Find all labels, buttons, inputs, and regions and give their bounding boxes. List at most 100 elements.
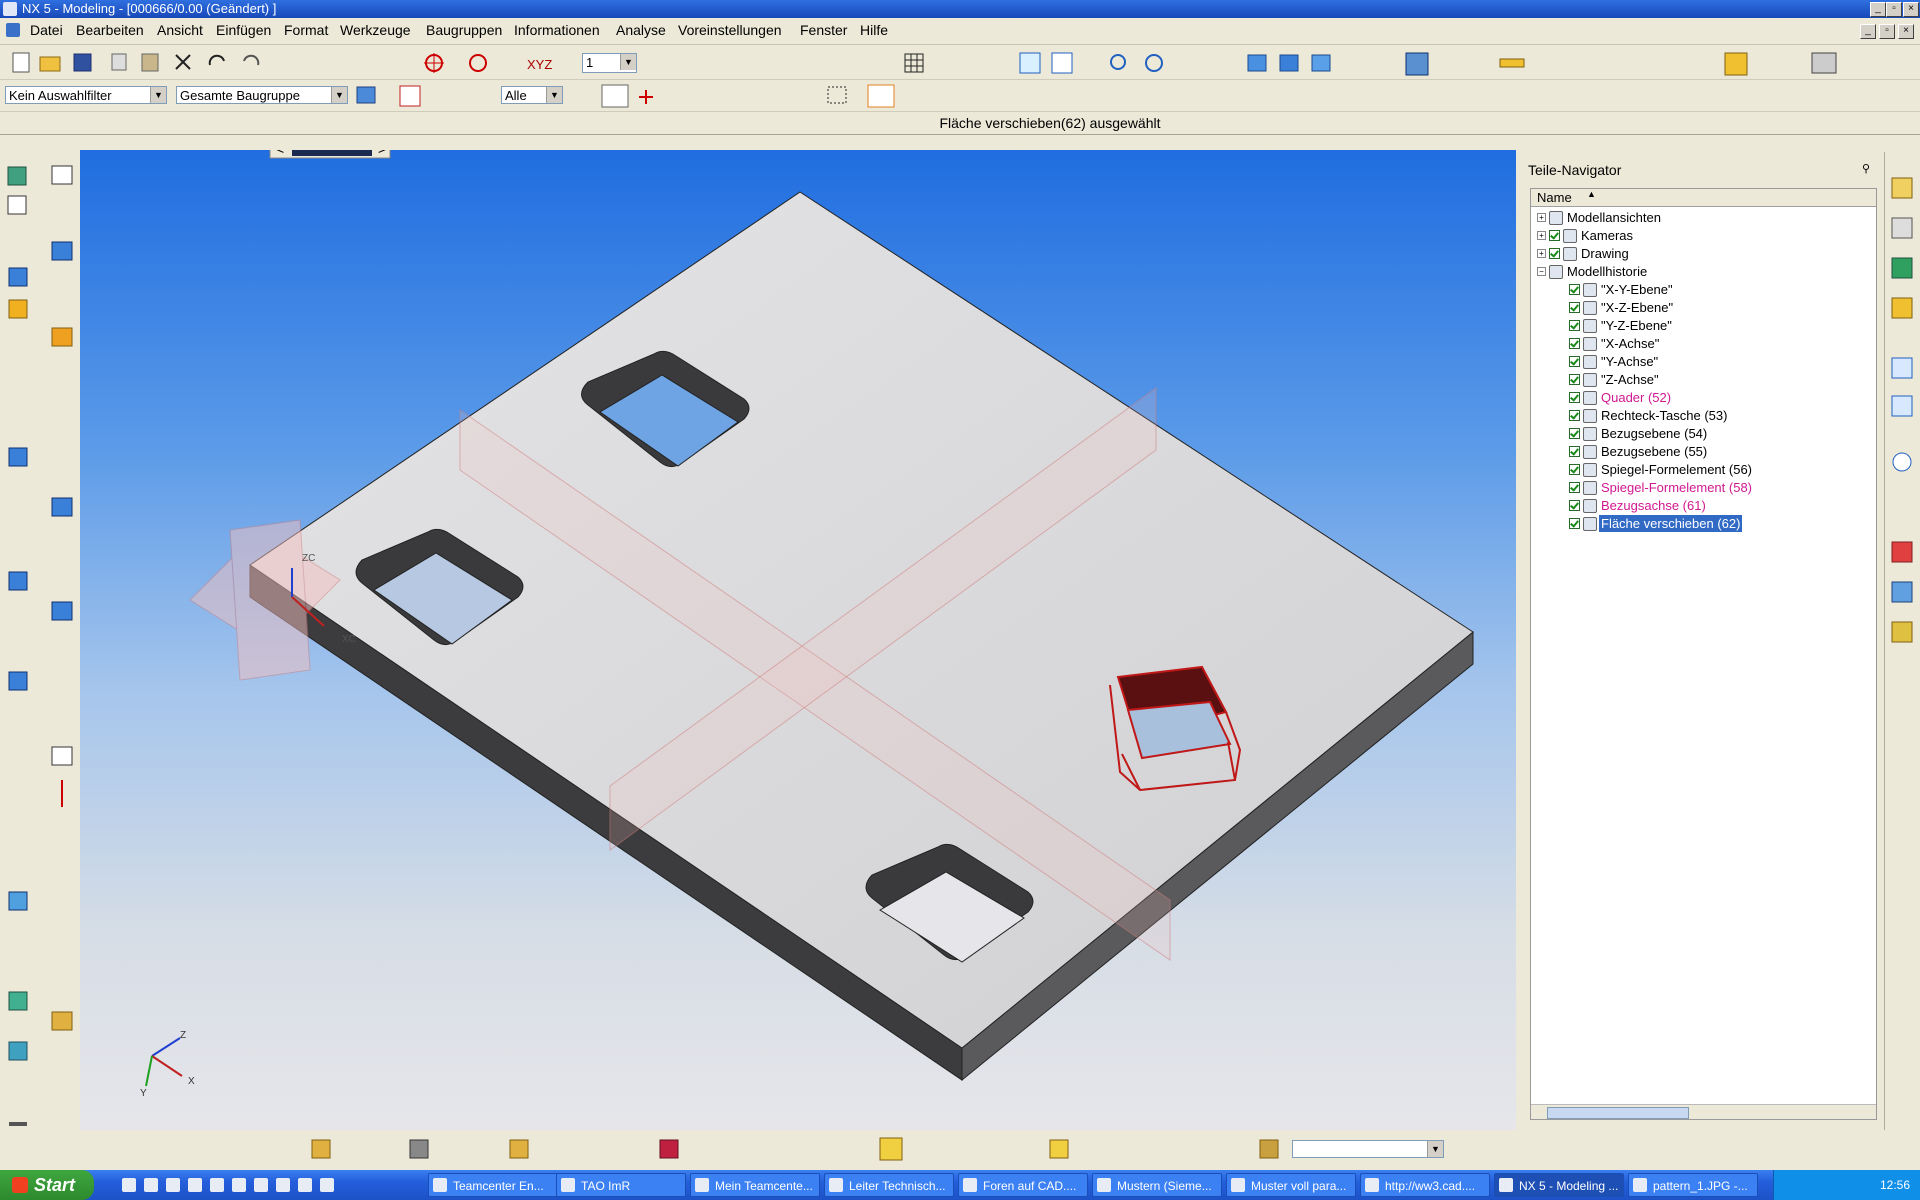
column-header-name[interactable]: Name ▲ — [1531, 189, 1876, 207]
tree-node[interactable]: "X-Achse" — [1531, 335, 1876, 352]
tree-node[interactable]: "X-Z-Ebene" — [1531, 299, 1876, 316]
feature-playback-icon[interactable] — [409, 1139, 429, 1159]
grid-icon[interactable] — [904, 53, 924, 73]
help-icon[interactable] — [1891, 395, 1913, 417]
paste-icon[interactable] — [141, 53, 159, 72]
reuse-library-icon[interactable] — [1891, 297, 1913, 319]
replace-face-icon[interactable] — [659, 1139, 679, 1159]
menu-werkzeuge[interactable]: Werkzeuge — [340, 22, 411, 38]
menu-datei[interactable]: Datei — [30, 22, 63, 38]
system-materials-icon[interactable] — [1891, 541, 1913, 563]
rotate-icon[interactable] — [1145, 54, 1163, 72]
quick-launch-icon[interactable] — [320, 1178, 334, 1192]
mirror-face-icon[interactable] — [1049, 1139, 1069, 1159]
visibility-checkbox[interactable] — [1569, 518, 1580, 529]
part-navigator-icon[interactable] — [1891, 257, 1913, 279]
visibility-checkbox[interactable] — [1569, 446, 1580, 457]
move-face-tool-icon[interactable] — [879, 1137, 903, 1161]
tree-node[interactable]: Spiegel-Formelement (58) — [1531, 479, 1876, 496]
menu-baugruppen[interactable]: Baugruppen — [426, 22, 502, 38]
visibility-checkbox[interactable] — [1569, 500, 1580, 511]
cylinder-icon[interactable] — [51, 241, 73, 261]
visibility-checkbox[interactable] — [1549, 230, 1560, 241]
palette-icon[interactable] — [1891, 621, 1913, 643]
maximize-button[interactable]: ▫ — [1886, 2, 1902, 17]
box-outline-icon[interactable] — [51, 746, 73, 766]
collapse-icon[interactable]: − — [1537, 267, 1546, 276]
visibility-checkbox[interactable] — [1569, 428, 1580, 439]
select-face-icon[interactable] — [601, 84, 629, 108]
tree-node[interactable]: "Z-Achse" — [1531, 371, 1876, 388]
horizontal-scrollbar[interactable] — [1531, 1104, 1876, 1119]
quick-launch-icon[interactable] — [122, 1178, 136, 1192]
tree-node[interactable]: "X-Y-Ebene" — [1531, 281, 1876, 298]
zoom-icon[interactable] — [1110, 54, 1126, 70]
visibility-checkbox[interactable] — [1569, 392, 1580, 403]
layer-icon[interactable] — [1811, 52, 1837, 74]
tree-node[interactable]: − Modellhistorie — [1531, 263, 1876, 280]
feature-set-icon[interactable] — [51, 1011, 73, 1031]
app-menu-icon[interactable] — [6, 23, 20, 37]
snap-icon[interactable] — [399, 85, 421, 107]
taskbar-button[interactable]: http://ww3.cad.... — [1360, 1173, 1490, 1197]
xyz-icon[interactable]: XYZ — [527, 57, 552, 72]
layer-select[interactable]: 1 ▼ — [582, 53, 637, 73]
quick-launch-icon[interactable] — [276, 1178, 290, 1192]
menu-bearbeiten[interactable]: Bearbeiten — [76, 22, 144, 38]
graphics-window[interactable]: < > — [80, 150, 1516, 1130]
menu-voreinstellungen[interactable]: Voreinstellungen — [678, 22, 782, 38]
sketch-icon[interactable] — [7, 166, 27, 186]
tree-node[interactable]: + Kameras — [1531, 227, 1876, 244]
taskbar-button[interactable]: TAO ImR — [556, 1173, 686, 1197]
quick-launch-icon[interactable] — [144, 1178, 158, 1192]
part-filter-icon[interactable] — [356, 86, 376, 104]
quick-launch-icon[interactable] — [166, 1178, 180, 1192]
shaded-icon[interactable] — [1405, 52, 1429, 76]
web-browser-icon[interactable] — [1891, 357, 1913, 379]
menu-analyse[interactable]: Analyse — [616, 22, 666, 38]
render-icon[interactable] — [1724, 52, 1748, 76]
snap-point-icon[interactable] — [424, 53, 444, 73]
visibility-checkbox[interactable] — [1569, 374, 1580, 385]
tree-node[interactable]: + Modellansichten — [1531, 209, 1876, 226]
history-icon[interactable] — [1892, 452, 1912, 472]
view-front-icon[interactable] — [1247, 54, 1267, 72]
pattern-icon[interactable] — [9, 1122, 27, 1126]
tree-node[interactable]: Spiegel-Formelement (56) — [1531, 461, 1876, 478]
tree-node[interactable]: + Drawing — [1531, 245, 1876, 262]
measure-icon[interactable] — [1499, 58, 1525, 68]
blend-icon[interactable] — [51, 165, 73, 185]
tree-node[interactable]: Bezugsachse (61) — [1531, 497, 1876, 514]
visibility-checkbox[interactable] — [1549, 248, 1560, 259]
visibility-checkbox[interactable] — [1569, 284, 1580, 295]
datum-plane-icon[interactable] — [8, 991, 28, 1011]
view-iso-icon[interactable] — [1311, 54, 1331, 72]
navigator-tree[interactable]: Name ▲ + Modellansichten + Kameras + Drawing −… — [1530, 188, 1877, 1120]
visibility-checkbox[interactable] — [1569, 464, 1580, 475]
quick-launch-icon[interactable] — [232, 1178, 246, 1192]
roles-icon[interactable] — [1891, 581, 1913, 603]
quick-launch-icon[interactable] — [254, 1178, 268, 1192]
scrollbar-thumb[interactable] — [1547, 1107, 1689, 1119]
edit-feature-icon[interactable] — [311, 1139, 331, 1159]
menu-ansicht[interactable]: Ansicht — [157, 22, 203, 38]
tree-node[interactable]: "Y-Z-Ebene" — [1531, 317, 1876, 334]
expand-icon[interactable]: + — [1537, 213, 1546, 222]
extrude-icon[interactable] — [8, 267, 28, 287]
start-button[interactable]: Start — [0, 1170, 94, 1200]
menu-fenster[interactable]: Fenster — [800, 22, 847, 38]
synchronous-icon[interactable] — [509, 1139, 529, 1159]
tree-node[interactable]: Rechteck-Tasche (53) — [1531, 407, 1876, 424]
pin-icon[interactable]: ⚲ — [1862, 162, 1874, 175]
taskbar-button[interactable]: Muster voll para... — [1226, 1173, 1356, 1197]
close-button[interactable]: × — [1903, 2, 1919, 17]
doc-close-button[interactable]: × — [1898, 24, 1914, 39]
revolve-icon[interactable] — [8, 299, 28, 319]
open-folder-icon[interactable] — [39, 56, 61, 72]
chamfer-icon[interactable] — [51, 327, 73, 347]
menu-einfuegen[interactable]: Einfügen — [216, 22, 271, 38]
box-select-icon[interactable] — [827, 86, 847, 104]
fit-view-icon[interactable] — [1051, 52, 1073, 74]
visibility-checkbox[interactable] — [1569, 356, 1580, 367]
model-canvas[interactable]: < > — [80, 150, 1516, 1130]
